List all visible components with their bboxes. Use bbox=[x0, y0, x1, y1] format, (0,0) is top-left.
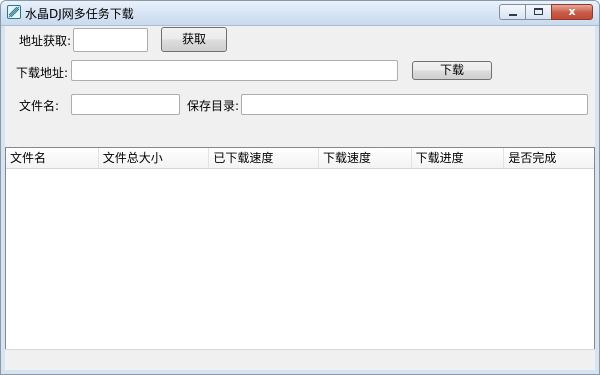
fetch-button[interactable]: 获取 bbox=[161, 27, 227, 52]
app-window: 水晶DJ网多任务下载 x 地址获取: 获取 下载地址: 下载 文件名: 保存目录… bbox=[0, 0, 600, 375]
app-logo-icon bbox=[7, 5, 21, 19]
download-addr-input[interactable] bbox=[71, 60, 398, 81]
column-header-download-speed[interactable]: 下载速度 bbox=[319, 148, 412, 168]
column-header-total-size[interactable]: 文件总大小 bbox=[99, 148, 210, 168]
column-header-filename[interactable]: 文件名 bbox=[6, 148, 99, 168]
addr-fetch-label: 地址获取: bbox=[19, 34, 72, 48]
list-header: 文件名 文件总大小 已下载速度 下载速度 下载进度 是否完成 bbox=[6, 148, 594, 169]
client-area: 地址获取: 获取 下载地址: 下载 文件名: 保存目录: 文件名 文件总大小 已… bbox=[5, 26, 595, 370]
column-header-completed[interactable]: 是否完成 bbox=[504, 148, 594, 168]
save-dir-input[interactable] bbox=[241, 94, 588, 115]
filename-input[interactable] bbox=[71, 94, 180, 115]
filename-label: 文件名: bbox=[19, 99, 60, 113]
caption-buttons: x bbox=[499, 4, 593, 21]
addr-fetch-input[interactable] bbox=[73, 28, 148, 52]
status-bar bbox=[5, 349, 595, 370]
save-dir-label: 保存目录: bbox=[187, 99, 240, 113]
download-button[interactable]: 下载 bbox=[412, 61, 492, 80]
column-header-downloaded[interactable]: 已下载速度 bbox=[209, 148, 319, 168]
download-addr-label: 下载地址: bbox=[16, 66, 69, 80]
minimize-icon bbox=[509, 14, 517, 16]
minimize-button[interactable] bbox=[499, 4, 525, 20]
column-header-progress[interactable]: 下载进度 bbox=[412, 148, 505, 168]
maximize-icon bbox=[534, 8, 543, 15]
download-task-list[interactable]: 文件名 文件总大小 已下载速度 下载速度 下载进度 是否完成 bbox=[5, 147, 595, 353]
window-title: 水晶DJ网多任务下载 bbox=[25, 7, 134, 21]
close-button[interactable]: x bbox=[551, 4, 593, 20]
close-icon: x bbox=[568, 5, 576, 18]
maximize-button[interactable] bbox=[525, 4, 551, 20]
title-bar[interactable]: 水晶DJ网多任务下载 x bbox=[1, 1, 599, 26]
